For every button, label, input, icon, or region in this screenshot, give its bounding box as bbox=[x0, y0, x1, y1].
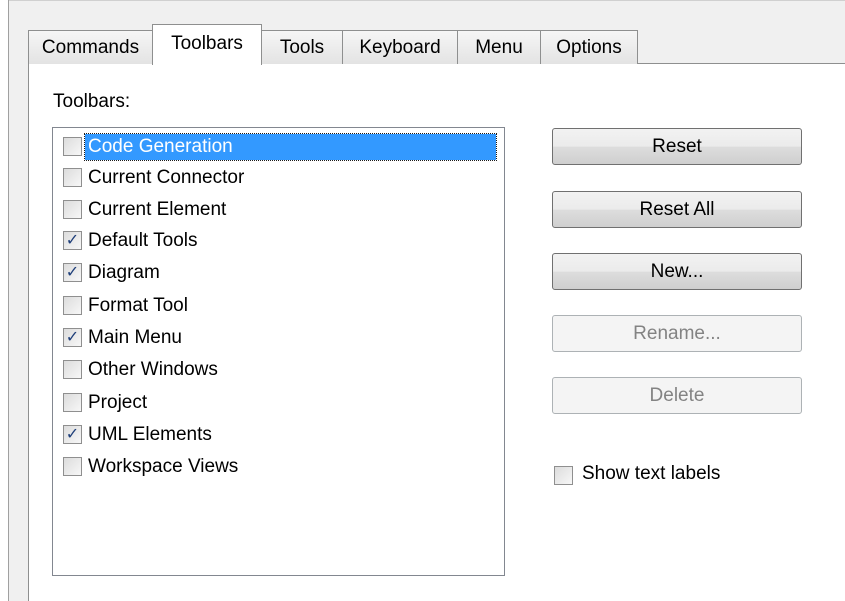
tab-keyboard[interactable]: Keyboard bbox=[342, 30, 458, 64]
tab-tools[interactable]: Tools bbox=[261, 30, 343, 64]
checkbox[interactable] bbox=[63, 296, 82, 315]
checkbox[interactable]: ✓ bbox=[63, 328, 82, 347]
checkbox[interactable] bbox=[63, 457, 82, 476]
list-item-label: Format Tool bbox=[88, 295, 188, 316]
tab-label: Menu bbox=[475, 37, 523, 58]
list-item-label: Project bbox=[88, 392, 148, 413]
checkbox[interactable]: ✓ bbox=[63, 231, 82, 250]
list-item-current-connector[interactable]: Current Connector bbox=[61, 162, 501, 193]
list-item-label: Main Menu bbox=[88, 327, 182, 348]
check-mark-icon: ✓ bbox=[65, 231, 80, 249]
tab-commands[interactable]: Commands bbox=[28, 30, 153, 64]
list-item-label: Other Windows bbox=[88, 359, 218, 380]
check-mark-icon: ✓ bbox=[65, 328, 80, 346]
tab-label: Options bbox=[556, 37, 622, 58]
delete-button[interactable]: Delete bbox=[552, 377, 802, 414]
rename-button[interactable]: Rename... bbox=[552, 315, 802, 352]
list-item-label: Default Tools bbox=[88, 230, 198, 251]
tab-label: Tools bbox=[279, 37, 325, 58]
tab-label: Commands bbox=[41, 37, 140, 58]
reset-all-button[interactable]: Reset All bbox=[552, 191, 802, 228]
list-item-project[interactable]: Project bbox=[61, 387, 501, 418]
list-item-current-element[interactable]: Current Element bbox=[61, 194, 501, 225]
show-text-labels-checkbox[interactable] bbox=[554, 466, 573, 485]
new-button[interactable]: New... bbox=[552, 253, 802, 290]
list-item-label: Diagram bbox=[88, 262, 160, 283]
check-mark-icon: ✓ bbox=[65, 263, 80, 281]
list-item-label: Workspace Views bbox=[88, 456, 239, 477]
checkbox[interactable]: ✓ bbox=[63, 263, 82, 282]
show-text-labels-label: Show text labels bbox=[582, 463, 721, 484]
checkbox[interactable] bbox=[63, 360, 82, 379]
toolbars-heading: Toolbars: bbox=[53, 91, 131, 112]
list-item-uml-elements[interactable]: ✓ UML Elements bbox=[61, 419, 501, 450]
list-item-default-tools[interactable]: ✓ Default Tools bbox=[61, 225, 501, 256]
tab-options[interactable]: Options bbox=[540, 30, 638, 64]
list-item-label: UML Elements bbox=[88, 424, 212, 445]
list-item-label: Code Generation bbox=[84, 133, 497, 161]
list-item-format-tool[interactable]: Format Tool bbox=[61, 290, 501, 321]
checkbox[interactable] bbox=[63, 200, 82, 219]
tab-label: Toolbars bbox=[171, 33, 243, 54]
window-top-edge bbox=[9, 0, 845, 1]
list-item-code-generation[interactable]: Code Generation bbox=[61, 131, 501, 162]
window-left-edge bbox=[0, 0, 9, 601]
list-item-workspace-views[interactable]: Workspace Views bbox=[61, 451, 501, 482]
checkbox[interactable]: ✓ bbox=[63, 425, 82, 444]
list-item-main-menu[interactable]: ✓ Main Menu bbox=[61, 322, 501, 353]
checkbox[interactable] bbox=[63, 393, 82, 412]
checkbox[interactable] bbox=[63, 137, 82, 156]
checkbox[interactable] bbox=[63, 168, 82, 187]
tab-menu[interactable]: Menu bbox=[457, 30, 541, 64]
tab-toolbars[interactable]: Toolbars bbox=[152, 24, 262, 65]
list-item-diagram[interactable]: ✓ Diagram bbox=[61, 257, 501, 288]
list-item-label: Current Element bbox=[88, 199, 227, 220]
reset-button[interactable]: Reset bbox=[552, 128, 802, 165]
list-item-other-windows[interactable]: Other Windows bbox=[61, 354, 501, 385]
toolbars-listbox[interactable]: Code Generation Current Connector Curren… bbox=[52, 127, 505, 576]
check-mark-icon: ✓ bbox=[65, 425, 80, 443]
tab-label: Keyboard bbox=[359, 37, 441, 58]
list-item-label: Current Connector bbox=[88, 167, 245, 188]
